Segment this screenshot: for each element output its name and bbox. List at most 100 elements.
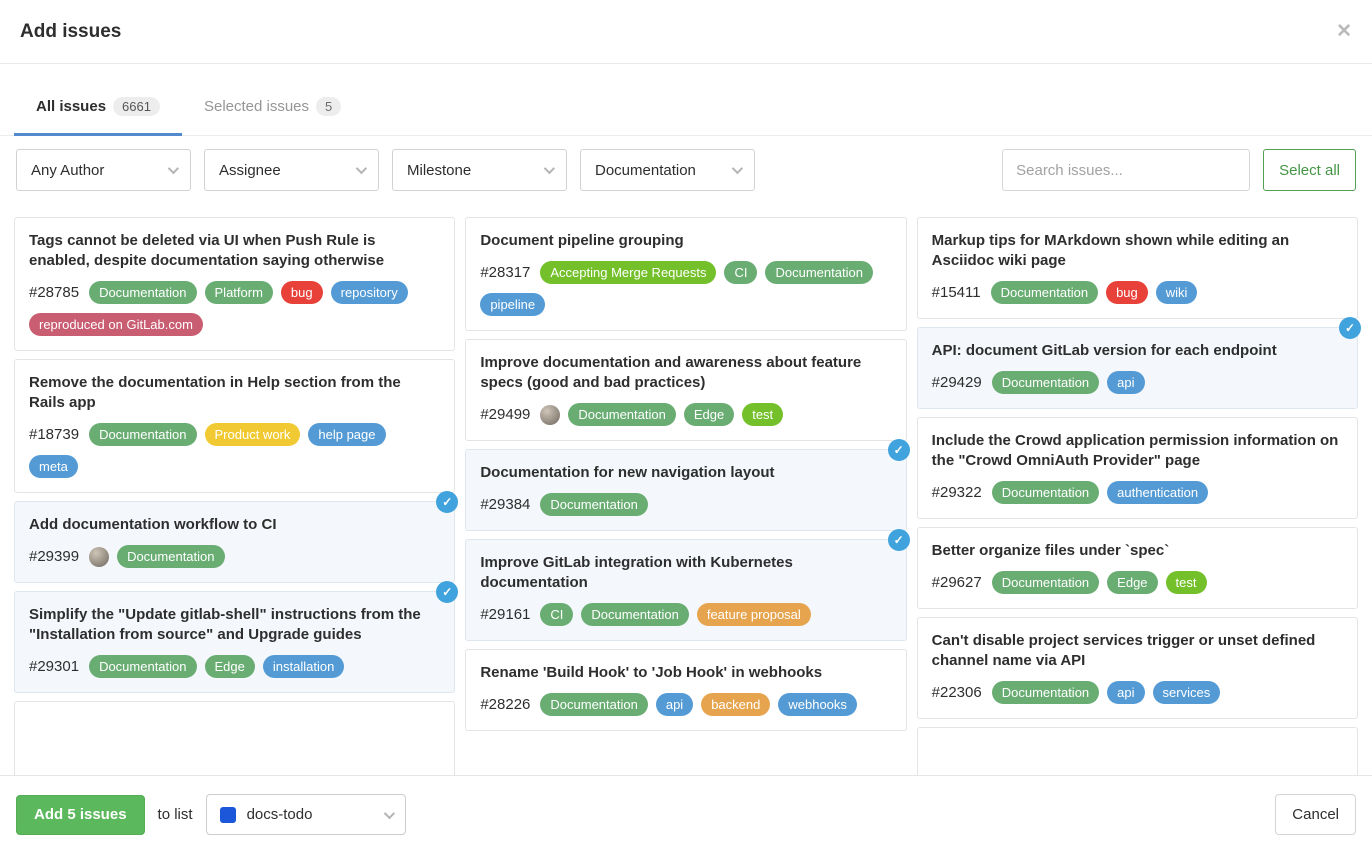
check-icon: ✓ <box>894 533 904 547</box>
issue-card[interactable]: ✓Add documentation workflow to CI#29399D… <box>14 501 455 583</box>
issue-label: Product work <box>205 423 301 446</box>
issue-id: #28317 <box>480 264 530 281</box>
check-icon: ✓ <box>894 443 904 457</box>
issue-label: Documentation <box>89 423 196 446</box>
issues-column: Document pipeline grouping#28317Acceptin… <box>465 217 906 784</box>
tab-all-issues-count: 6661 <box>113 97 160 116</box>
close-icon[interactable]: ✕ <box>1336 22 1352 41</box>
issue-label: api <box>1107 371 1144 394</box>
label-filter-dropdown[interactable]: Documentation <box>580 149 755 191</box>
issue-label: Documentation <box>581 603 688 626</box>
issue-card[interactable]: Include the Crowd application permission… <box>917 417 1358 519</box>
issue-card[interactable] <box>14 701 455 784</box>
chevron-down-icon <box>732 163 743 174</box>
tab-all-issues[interactable]: All issues 6661 <box>14 97 182 135</box>
tab-selected-issues[interactable]: Selected issues 5 <box>182 97 363 135</box>
issue-title: Documentation for new navigation layout <box>480 463 891 483</box>
issue-title: Improve documentation and awareness abou… <box>480 353 891 393</box>
issue-label: Documentation <box>992 571 1099 594</box>
issue-id: #15411 <box>932 284 981 301</box>
modal-footer: Add 5 issues to list docs-todo Cancel <box>0 775 1372 853</box>
issue-title: Markup tips for MArkdown shown while edi… <box>932 231 1343 271</box>
issue-label: meta <box>29 455 78 478</box>
issue-title: Simplify the "Update gitlab-shell" instr… <box>29 605 440 645</box>
milestone-filter-dropdown[interactable]: Milestone <box>392 149 567 191</box>
issue-card[interactable]: Improve documentation and awareness abou… <box>465 339 906 441</box>
cancel-button[interactable]: Cancel <box>1275 794 1356 835</box>
issue-label: Documentation <box>540 493 647 516</box>
issue-label: Documentation <box>89 655 196 678</box>
issue-label: webhooks <box>778 693 857 716</box>
issue-id: #29399 <box>29 548 79 565</box>
issues-board: Tags cannot be deleted via UI when Push … <box>0 203 1372 784</box>
check-icon: ✓ <box>1345 321 1355 335</box>
issue-meta: #29384 Documentation <box>480 493 891 516</box>
issue-meta: #28226Documentationapibackendwebhooks <box>480 693 891 716</box>
list-color-swatch <box>220 807 236 823</box>
tab-bar: All issues 6661 Selected issues 5 <box>0 64 1372 136</box>
issue-label: Documentation <box>765 261 872 284</box>
issue-card[interactable]: Rename 'Build Hook' to 'Job Hook' in web… <box>465 649 906 731</box>
add-issues-button[interactable]: Add 5 issues <box>16 795 145 835</box>
issue-card[interactable]: Remove the documentation in Help section… <box>14 359 455 493</box>
issue-label: CI <box>540 603 573 626</box>
issue-id: #29322 <box>932 484 982 501</box>
target-list-name: docs-todo <box>247 806 313 823</box>
issue-card[interactable]: ✓API: document GitLab version for each e… <box>917 327 1358 409</box>
issue-label: pipeline <box>480 293 545 316</box>
issue-id: #29429 <box>932 374 982 391</box>
issue-label: api <box>656 693 693 716</box>
issue-id: #29301 <box>29 658 79 675</box>
tab-selected-issues-count: 5 <box>316 97 341 116</box>
issue-meta: #29322 Documentation authentication <box>932 481 1343 504</box>
issue-card[interactable]: Tags cannot be deleted via UI when Push … <box>14 217 455 351</box>
assignee-filter-dropdown[interactable]: Assignee <box>204 149 379 191</box>
issue-title: Tags cannot be deleted via UI when Push … <box>29 231 440 271</box>
issue-title: Document pipeline grouping <box>480 231 891 251</box>
selected-check-badge: ✓ <box>1339 317 1361 339</box>
issue-label: wiki <box>1156 281 1198 304</box>
search-input[interactable] <box>1002 149 1250 191</box>
issue-title: Include the Crowd application permission… <box>932 431 1343 471</box>
issue-meta: #29429Documentationapi <box>932 371 1343 394</box>
issue-meta: #29627DocumentationEdgetest <box>932 571 1343 594</box>
issue-id: #28785 <box>29 284 79 301</box>
selected-check-badge: ✓ <box>888 439 910 461</box>
select-all-button[interactable]: Select all <box>1263 149 1356 191</box>
issue-card[interactable]: ✓Documentation for new navigation layout… <box>465 449 906 531</box>
issue-id: #29384 <box>480 496 530 513</box>
issue-card[interactable]: ✓Simplify the "Update gitlab-shell" inst… <box>14 591 455 693</box>
issue-label: test <box>742 403 783 426</box>
issue-label: authentication <box>1107 481 1208 504</box>
issue-label: CI <box>724 261 757 284</box>
modal-title: Add issues <box>20 21 121 43</box>
target-list-dropdown[interactable]: docs-todo <box>206 794 406 835</box>
issue-label: Documentation <box>992 481 1099 504</box>
tab-selected-issues-label: Selected issues <box>204 98 309 115</box>
issue-meta: #29399Documentation <box>29 545 440 568</box>
issue-label: api <box>1107 681 1144 704</box>
issue-card[interactable]: Better organize files under `spec` #29627… <box>917 527 1358 609</box>
check-icon: ✓ <box>442 585 452 599</box>
chevron-down-icon <box>168 163 179 174</box>
issue-card[interactable]: ✓Improve GitLab integration with Kuberne… <box>465 539 906 641</box>
issue-card[interactable]: Document pipeline grouping#28317Acceptin… <box>465 217 906 331</box>
issue-card[interactable]: Can't disable project services trigger o… <box>917 617 1358 719</box>
issue-id: #28226 <box>480 696 530 713</box>
issues-column: Markup tips for MArkdown shown while edi… <box>917 217 1358 784</box>
issue-label: bug <box>281 281 323 304</box>
author-filter-dropdown[interactable]: Any Author <box>16 149 191 191</box>
avatar <box>89 547 109 567</box>
filter-bar: Any Author Assignee Milestone Documentat… <box>0 136 1372 203</box>
issue-id: #29161 <box>480 606 530 623</box>
issue-id: #22306 <box>932 684 982 701</box>
issue-label: Documentation <box>568 403 675 426</box>
issue-card[interactable]: Markup tips for MArkdown shown while edi… <box>917 217 1358 319</box>
avatar <box>540 405 560 425</box>
milestone-filter-label: Milestone <box>407 162 471 179</box>
issue-label: Documentation <box>991 281 1098 304</box>
issue-meta: #29161CIDocumentationfeature proposal <box>480 603 891 626</box>
chevron-down-icon <box>383 807 394 818</box>
issue-title: Better organize files under `spec` <box>932 541 1343 561</box>
issue-label: Documentation <box>992 681 1099 704</box>
